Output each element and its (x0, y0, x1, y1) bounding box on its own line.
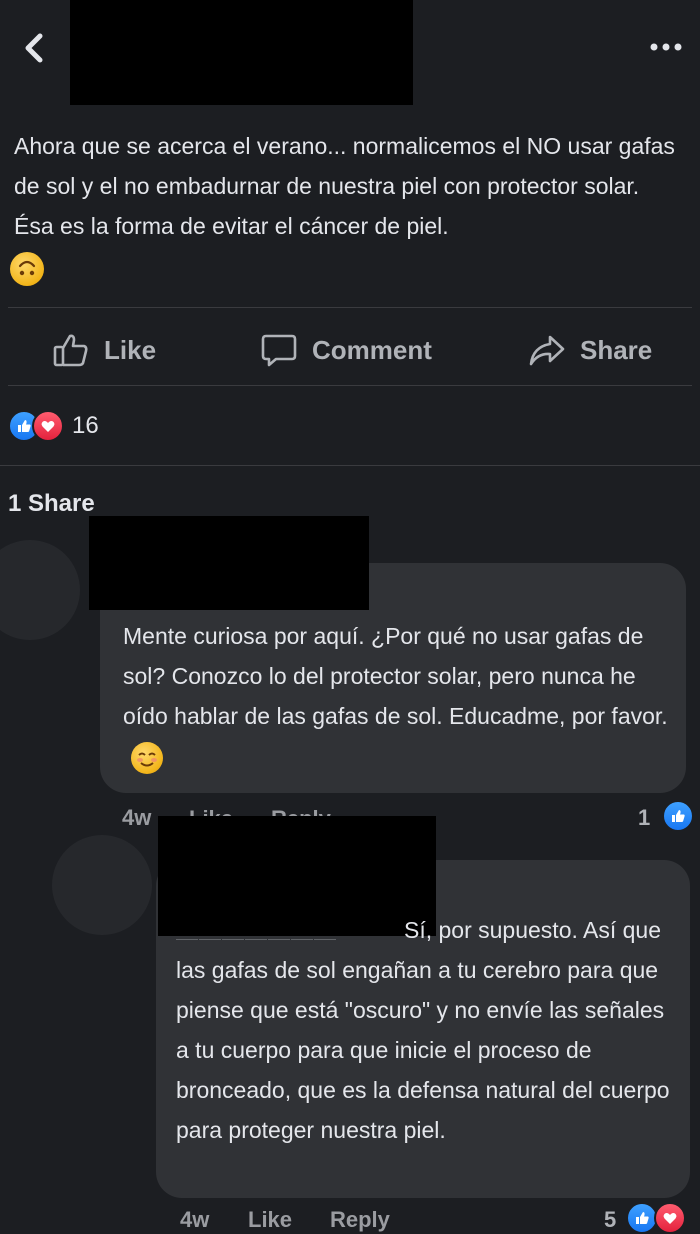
divider (8, 385, 692, 386)
like-button[interactable]: Like (52, 330, 156, 370)
smiling-face-icon (137, 752, 157, 767)
upside-down-face-emoji (10, 252, 44, 286)
comment-like-button[interactable]: Like (248, 1207, 292, 1233)
love-reaction-icon (32, 410, 64, 442)
comment-text: Mente curiosa por aquí. ¿Por qué no usar… (123, 616, 668, 776)
share-label: Share (580, 334, 653, 365)
reactions-summary[interactable]: 16 (8, 410, 99, 442)
comment-button[interactable]: Comment (260, 330, 432, 370)
comment-timestamp: 4w (180, 1207, 210, 1232)
comment-text-content: Mente curiosa por aquí. ¿Por qué no usar… (123, 623, 668, 729)
like-reaction-icon (662, 800, 694, 832)
avatar[interactable] (0, 540, 80, 640)
comment-reaction-count: 1 (638, 805, 651, 830)
comment-label: Comment (312, 334, 432, 365)
redacted-commenter-name (89, 516, 369, 610)
reaction-count: 16 (72, 412, 99, 439)
share-arrow-icon (529, 335, 565, 366)
share-count[interactable]: 1 Share (8, 490, 95, 518)
comment-bubble-icon (261, 334, 297, 367)
comment-text: Sí, por supuesto. Así que las gafas de s… (176, 917, 670, 1143)
comment-reply-button[interactable]: Reply (330, 1207, 390, 1233)
post-text: Ahora que se acerca el verano... normali… (14, 133, 675, 239)
comment-reaction-count: 5 (604, 1207, 617, 1232)
comment-timestamp: 4w (122, 805, 152, 830)
divider (8, 307, 692, 308)
avatar[interactable] (52, 835, 152, 935)
smiling-face-emoji (131, 741, 163, 774)
share-button[interactable]: Share (528, 330, 652, 370)
upside-down-face-icon (18, 260, 36, 276)
chevron-left-icon (25, 33, 43, 63)
like-label: Like (104, 334, 157, 365)
divider (0, 465, 700, 466)
back-button[interactable] (14, 28, 54, 68)
redacted-author-name (70, 0, 413, 105)
more-dots-icon (650, 43, 682, 51)
more-options-button[interactable] (648, 30, 688, 60)
thumbs-up-icon (53, 334, 88, 367)
love-reaction-icon (654, 1202, 686, 1234)
